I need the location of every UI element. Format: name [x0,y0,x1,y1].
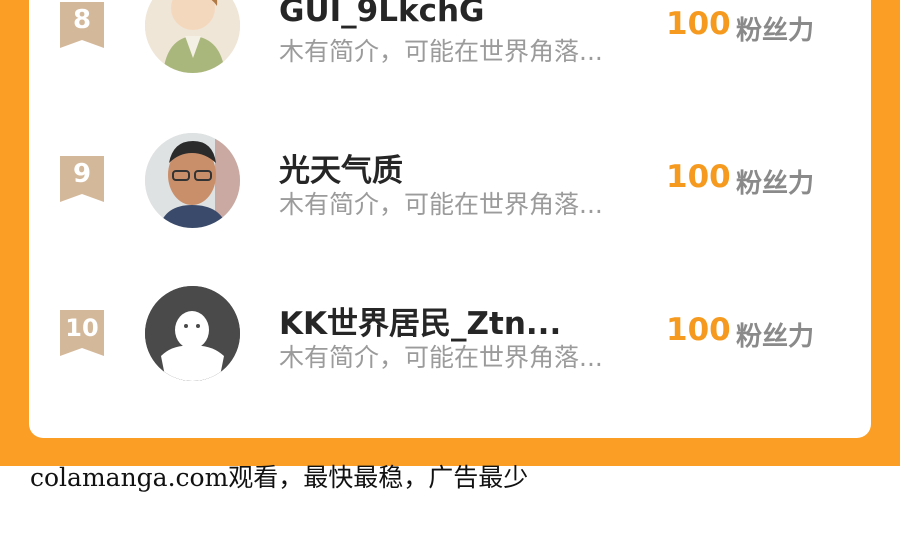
user-name[interactable]: GUI_9LkchG [279,0,484,29]
leaderboard-card: 8 GUI_9LkchG 木有简介，可能在世界角落... 100 粉丝力 9 光… [29,0,871,438]
fan-score-unit: 粉丝力 [736,322,815,352]
user-name[interactable]: KK世界居民_Ztn... [279,298,561,343]
avatar[interactable] [145,0,240,73]
rank-badge: 8 [60,2,104,48]
rank-number: 10 [65,314,99,342]
leaderboard-panel: 8 GUI_9LkchG 木有简介，可能在世界角落... 100 粉丝力 9 光… [0,0,900,466]
user-name[interactable]: 光天气质 [279,145,403,190]
user-bio: 木有简介，可能在世界角落... [279,37,603,66]
fan-score: 100 [666,312,731,348]
default-avatar-icon [145,286,240,381]
leaderboard-row[interactable]: 9 光天气质 木有简介，可能在世界角落... 100 粉丝力 [29,113,871,263]
rank-badge: 9 [60,156,104,202]
fan-score: 100 [666,159,731,195]
rank-badge: 10 [60,310,104,356]
photo-avatar-image [145,133,240,228]
user-bio: 木有简介，可能在世界角落... [279,190,603,219]
leaderboard-row[interactable]: 10 KK世界居民_Ztn... 木有简介，可能在世界角落... 100 粉丝力 [29,266,871,416]
rank-number: 8 [72,5,92,35]
avatar[interactable] [145,133,240,228]
rank-number: 9 [72,159,92,189]
leaderboard-row[interactable]: 8 GUI_9LkchG 木有简介，可能在世界角落... 100 粉丝力 [29,0,871,110]
fan-score: 100 [666,6,731,42]
anime-avatar-image [145,0,240,73]
user-bio: 木有简介，可能在世界角落... [279,343,603,372]
fan-score-unit: 粉丝力 [736,16,815,46]
fan-score-unit: 粉丝力 [736,169,815,199]
watermark-text: colamanga.com观看，最快最稳，广告最少 [30,463,529,492]
avatar[interactable] [145,286,240,381]
